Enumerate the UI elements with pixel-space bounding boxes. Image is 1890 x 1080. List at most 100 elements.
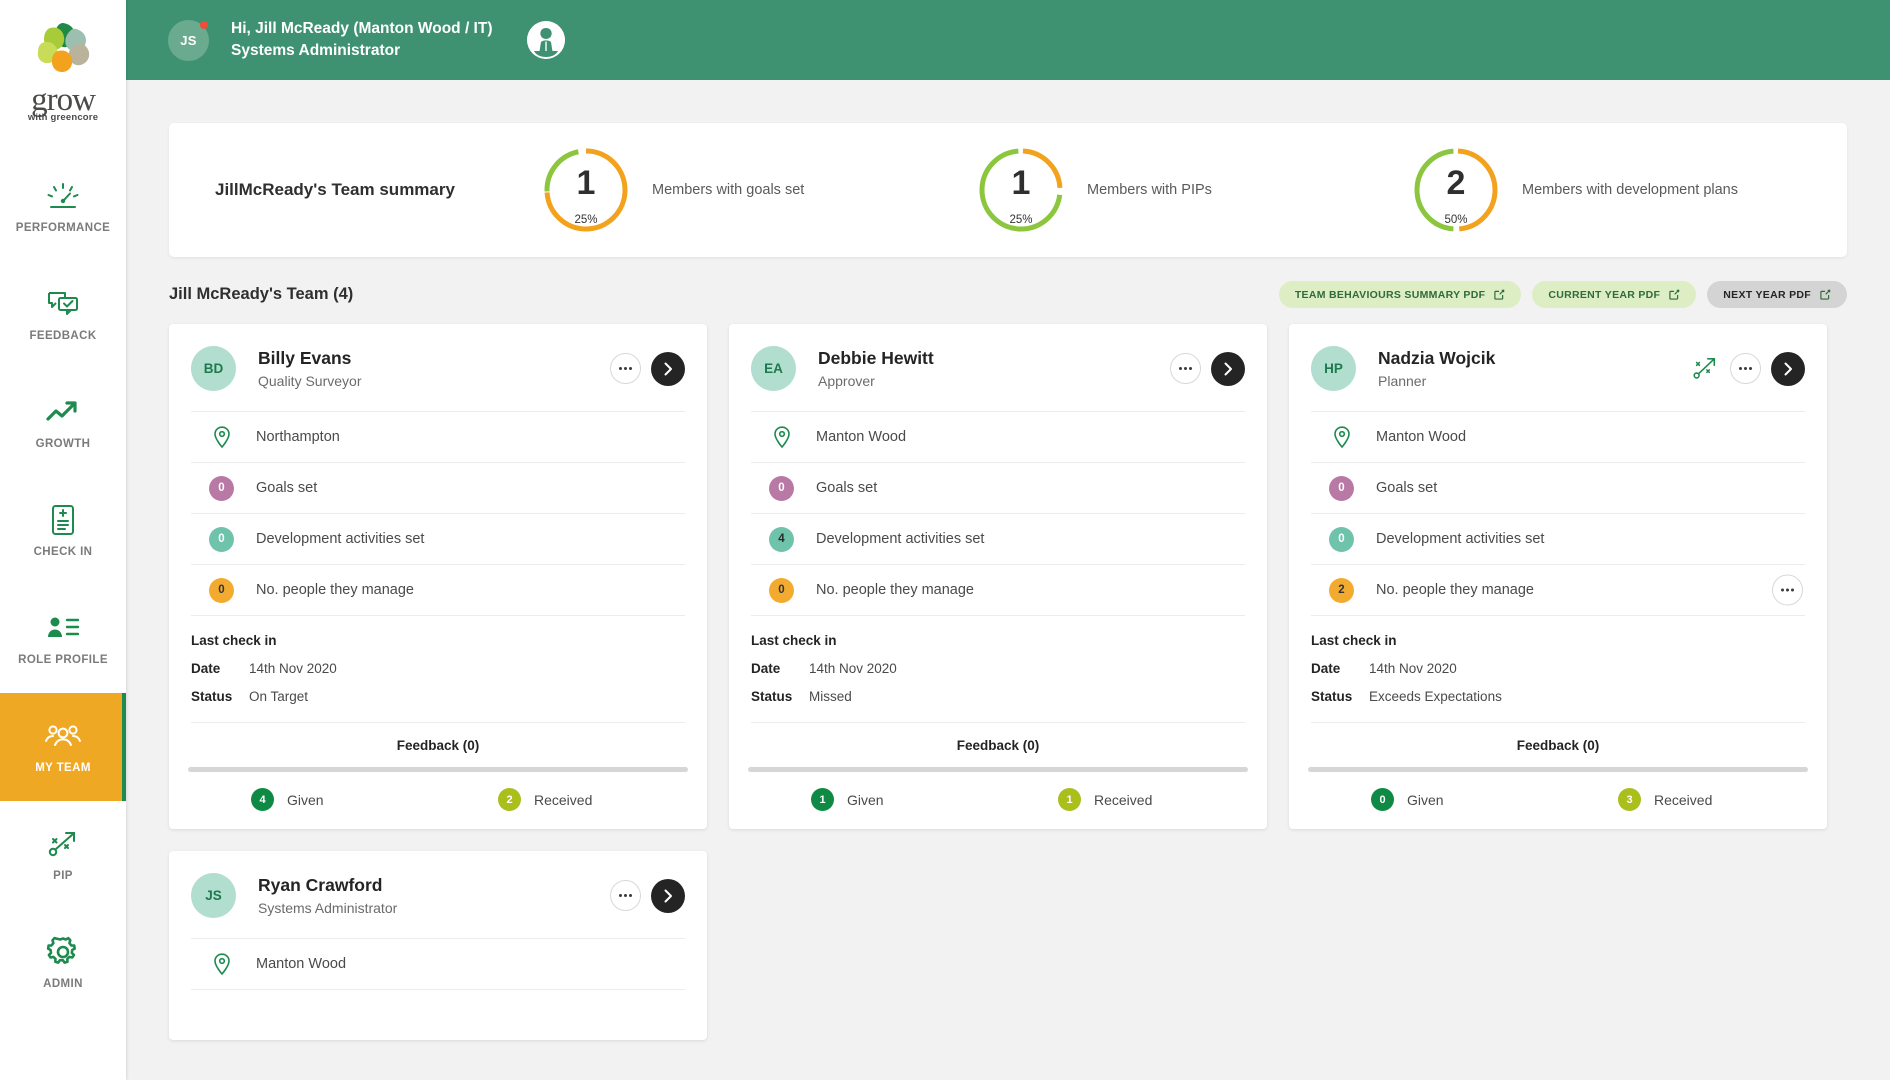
kpi-label: Members with development plans (1522, 182, 1738, 198)
development-count-badge: 0 (1329, 526, 1354, 552)
member-location: Manton Wood (816, 429, 907, 445)
sidebar-item-label: MY TEAM (35, 762, 91, 774)
more-options-button[interactable] (610, 353, 641, 384)
team-member-card[interactable]: JS Ryan Crawford Systems Administrator M… (169, 851, 707, 1040)
sidebar-item-pip[interactable]: PIP (0, 801, 126, 909)
status-label: Status (191, 689, 233, 704)
goals-count-badge: 0 (1329, 475, 1354, 501)
feedback-given-count: 0 (1371, 788, 1394, 811)
greeting: Hi, Jill McReady (Manton Wood / IT) Syst… (231, 18, 493, 63)
chevron-right-icon (664, 362, 672, 375)
check-in-date-row: Date 14th Nov 2020 (751, 661, 1245, 676)
people-group-icon (43, 719, 83, 753)
member-location: Manton Wood (1376, 429, 1467, 445)
gear-icon (43, 935, 83, 969)
location-pin-icon (209, 952, 234, 977)
open-member-button[interactable] (1771, 351, 1805, 386)
manage-more-options-button[interactable] (1772, 574, 1803, 606)
sidebar-nav: PERFORMANCE FEEDBACK GROWTH CHECK IN ROL… (0, 153, 126, 1017)
button-label: TEAM BEHAVIOURS SUMMARY PDF (1294, 288, 1486, 301)
top-header: JS Hi, Jill McReady (Manton Wood / IT) S… (126, 0, 1890, 80)
open-member-button[interactable] (651, 351, 685, 386)
sidebar-item-performance[interactable]: PERFORMANCE (0, 153, 126, 261)
member-goals-row: 0 Goals set (191, 462, 685, 513)
team-member-card[interactable]: BD Billy Evans Quality Surveyor Northamp… (169, 324, 707, 829)
avatar[interactable]: JS (168, 19, 209, 61)
sidebar-item-role-profile[interactable]: ROLE PROFILE (0, 585, 126, 693)
speedometer-icon (43, 179, 83, 213)
main-area: JS Hi, Jill McReady (Manton Wood / IT) S… (126, 0, 1890, 1080)
member-identity: Debbie Hewitt Approver (818, 348, 1170, 389)
feedback-title: Feedback (0) (1311, 722, 1805, 767)
feedback-given: 1 Given (751, 788, 998, 811)
sidebar-item-growth[interactable]: GROWTH (0, 369, 126, 477)
pip-arrow-icon[interactable] (1692, 356, 1718, 382)
kpi-goals-set: 1 25% Members with goals set (542, 146, 977, 234)
avatar: BD (191, 346, 236, 391)
member-name: Nadzia Wojcik (1378, 348, 1496, 369)
manage-count-badge: 2 (1329, 577, 1354, 603)
open-member-button[interactable] (651, 878, 685, 913)
team-member-card[interactable]: HP Nadzia Wojcik Planner Manton Wood 0 G… (1289, 324, 1827, 829)
date-value: 14th Nov 2020 (249, 661, 337, 676)
more-options-button[interactable] (610, 880, 641, 911)
button-label: NEXT YEAR PDF (1723, 288, 1811, 301)
last-check-in-title: Last check in (751, 633, 837, 648)
member-name: Debbie Hewitt (818, 348, 934, 369)
sidebar-item-label: ADMIN (43, 978, 83, 990)
member-name: Ryan Crawford (258, 875, 383, 896)
feedback-given: 4 Given (191, 788, 438, 811)
kpi-list: 1 25% Members with goals set 1 25% Membe… (542, 146, 1847, 234)
sidebar-item-feedback[interactable]: FEEDBACK (0, 261, 126, 369)
current-year-pdf-button[interactable]: CURRENT YEAR PDF (1532, 281, 1697, 308)
feedback-given-count: 4 (251, 788, 274, 811)
external-link-icon (1494, 289, 1505, 300)
member-location-row: Northampton (191, 411, 685, 462)
sidebar: grow with greencore PERFORMANCE FEEDBACK… (0, 0, 126, 1080)
sidebar-item-label: ROLE PROFILE (18, 654, 108, 666)
manage-label: No. people they manage (256, 582, 414, 598)
card-header-actions (1692, 351, 1805, 386)
goals-count-badge: 0 (769, 475, 794, 501)
team-summary-title: JillMcReady's Team summary (215, 180, 455, 199)
sidebar-item-label: GROWTH (35, 438, 91, 450)
greencore-person-icon[interactable] (526, 21, 565, 59)
development-count-badge: 0 (209, 526, 234, 552)
team-member-card[interactable]: EA Debbie Hewitt Approver Manton Wood 0 … (729, 324, 1267, 829)
manage-count-badge: 0 (209, 577, 234, 603)
next-year-pdf-button[interactable]: NEXT YEAR PDF (1707, 281, 1847, 308)
member-goals-row: 0 Goals set (751, 462, 1245, 513)
member-role: Approver (818, 372, 875, 389)
development-count-badge: 4 (769, 526, 794, 552)
feedback-received-count: 1 (1058, 788, 1081, 811)
development-label: Development activities set (816, 531, 985, 547)
sidebar-item-check-in[interactable]: CHECK IN (0, 477, 126, 585)
more-options-button[interactable] (1170, 353, 1201, 384)
team-behaviours-summary-pdf-button[interactable]: TEAM BEHAVIOURS SUMMARY PDF (1278, 281, 1522, 308)
open-member-button[interactable] (1211, 351, 1245, 386)
document-plus-icon (43, 503, 83, 537)
logo-tagline: with greencore (27, 112, 99, 123)
sidebar-item-label: FEEDBACK (29, 330, 97, 342)
sidebar-item-label: CHECK IN (33, 546, 93, 558)
date-value: 14th Nov 2020 (809, 661, 897, 676)
sidebar-item-admin[interactable]: ADMIN (0, 909, 126, 1017)
member-role: Planner (1378, 372, 1427, 389)
chevron-right-icon (1224, 362, 1232, 375)
more-options-button[interactable] (1730, 353, 1761, 384)
notification-dot-icon (200, 20, 208, 29)
goals-label: Goals set (1376, 480, 1438, 496)
member-goals-row (191, 989, 685, 1040)
avatar: HP (1311, 346, 1356, 391)
avatar-initials: JS (180, 32, 197, 48)
app-logo[interactable]: grow with greencore (26, 0, 100, 153)
sidebar-item-my-team[interactable]: MY TEAM (0, 692, 126, 801)
team-member-card-grid: BD Billy Evans Quality Surveyor Northamp… (169, 324, 1847, 1040)
avatar: EA (751, 346, 796, 391)
person-leaf-glyph (526, 21, 565, 59)
status-badge: Missed (809, 689, 852, 704)
trend-up-icon (43, 395, 83, 429)
member-role: Systems Administrator (258, 899, 398, 916)
chat-check-icon (43, 287, 83, 321)
check-in-status-row: Status Exceeds Expectations (1311, 689, 1805, 704)
